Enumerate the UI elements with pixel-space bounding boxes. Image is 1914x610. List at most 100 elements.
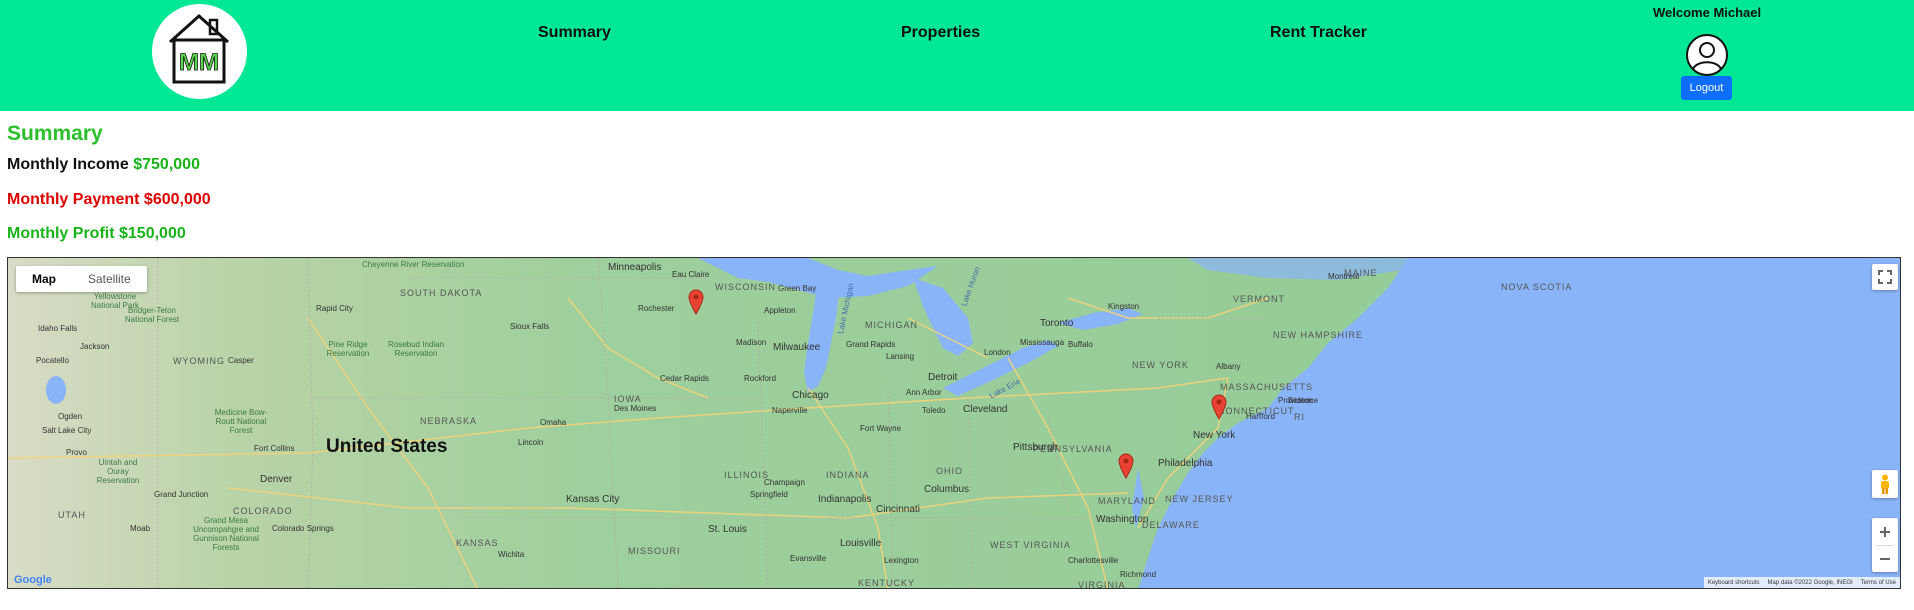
- city-label: Washington: [1096, 514, 1149, 525]
- city-label: Wichita: [498, 550, 525, 559]
- city-label: Ann Arbor: [906, 388, 942, 397]
- city-label: Toronto: [1040, 318, 1074, 329]
- city-label: Charlottesville: [1068, 556, 1119, 565]
- monthly-income-label: Monthly Income: [7, 156, 129, 173]
- keyboard-shortcuts-link[interactable]: Keyboard shortcuts: [1708, 580, 1760, 586]
- city-label: London: [984, 348, 1011, 357]
- map-data-attribution: Map data ©2022 Google, INEGI: [1767, 579, 1853, 586]
- city-label: Detroit: [928, 372, 958, 383]
- city-label: Toledo: [922, 406, 946, 415]
- city-label: Idaho Falls: [38, 324, 78, 333]
- city-label: Moab: [130, 524, 151, 533]
- state-label: UTAH: [58, 510, 86, 520]
- state-label: OHIO: [936, 466, 964, 476]
- monthly-profit-label: Monthly Profit: [7, 225, 115, 242]
- city-label: Providence: [1278, 396, 1319, 405]
- city-label: Champaign: [764, 478, 805, 487]
- city-label: Fort Wayne: [860, 424, 902, 433]
- house-icon: MM: [168, 13, 230, 84]
- city-label: Louisville: [840, 538, 882, 549]
- state-label: INDIANA: [826, 470, 870, 480]
- city-label: Hartford: [1246, 412, 1275, 421]
- city-label: St. Louis: [708, 524, 747, 535]
- fullscreen-button[interactable]: [1872, 264, 1898, 290]
- state-label: COLORADO: [233, 506, 293, 516]
- map-type-map-button[interactable]: Map: [16, 266, 72, 292]
- country-label: United States: [326, 436, 448, 457]
- city-label: Cleveland: [963, 404, 1008, 415]
- park-label: Grand Mesa Uncompahgre and Gunnison Nati…: [193, 516, 259, 552]
- city-label: Grand Rapids: [846, 340, 896, 349]
- state-label: KENTUCKY: [858, 578, 916, 588]
- state-label: DELAWARE: [1142, 520, 1200, 530]
- state-label: NEBRASKA: [420, 416, 478, 426]
- page-title: Summary: [7, 122, 103, 145]
- terms-of-use-link[interactable]: Terms of Use: [1861, 580, 1896, 586]
- nav-rent-tracker[interactable]: Rent Tracker: [1270, 24, 1367, 42]
- mm-house-logo[interactable]: MM: [152, 4, 247, 99]
- city-label: Kingston: [1108, 302, 1140, 311]
- city-label: Albany: [1216, 362, 1241, 371]
- zoom-out-button[interactable]: [1879, 546, 1891, 572]
- monthly-payment: Monthly Payment $600,000: [7, 191, 211, 209]
- state-label: MICHIGAN: [865, 320, 918, 330]
- state-label: WYOMING: [173, 356, 225, 366]
- city-label: Rockford: [744, 374, 777, 383]
- street-view-pegman-button[interactable]: [1872, 470, 1898, 498]
- park-label: Rosebud Indian Reservation: [387, 340, 445, 358]
- logout-button[interactable]: Logout: [1681, 76, 1732, 100]
- city-label: Fort Collins: [254, 444, 295, 453]
- state-label: WISCONSIN: [715, 282, 777, 292]
- park-label: Medicine Bow-Routt National Forest: [214, 408, 268, 435]
- google-logo[interactable]: Google: [14, 574, 52, 586]
- city-label: Milwaukee: [773, 342, 821, 353]
- park-label: Cheyenne River Reservation: [362, 260, 465, 269]
- welcome-text: Welcome Michael: [1653, 5, 1762, 20]
- city-label: Cincinnati: [876, 504, 920, 515]
- navbar: MM Summary Properties Rent Tracker Welco…: [0, 0, 1914, 111]
- city-label: Grand Junction: [154, 490, 209, 499]
- city-label: Omaha: [540, 418, 567, 427]
- nav-summary[interactable]: Summary: [538, 24, 611, 42]
- nav-properties[interactable]: Properties: [901, 24, 980, 42]
- map-type-satellite-button[interactable]: Satellite: [72, 266, 147, 292]
- city-label: Denver: [260, 474, 293, 485]
- city-label: Lansing: [886, 352, 915, 361]
- city-label: Lexington: [884, 556, 919, 565]
- city-label: Rochester: [638, 304, 675, 313]
- zoom-in-button[interactable]: [1879, 518, 1891, 545]
- state-label: VERMONT: [1233, 294, 1285, 304]
- city-label: Lincoln: [518, 438, 544, 447]
- fullscreen-icon: [1878, 270, 1892, 284]
- park-label: Uintah and Ouray Reservation: [96, 458, 140, 485]
- city-label: Pittsburgh: [1013, 442, 1059, 453]
- city-label: Richmond: [1120, 570, 1157, 579]
- city-label: Evansville: [790, 554, 827, 563]
- city-label: Minneapolis: [608, 262, 662, 273]
- property-marker-pin-icon[interactable]: [1211, 394, 1227, 420]
- plus-icon: [1880, 526, 1890, 537]
- svg-text:MM: MM: [179, 49, 219, 76]
- city-label: Springfield: [750, 490, 788, 499]
- property-marker-pin-icon[interactable]: [1118, 453, 1134, 479]
- state-label: VIRGINIA: [1078, 580, 1126, 589]
- city-label: Indianapolis: [818, 494, 872, 505]
- city-label: Sioux Falls: [510, 322, 550, 331]
- zoom-control: [1872, 518, 1898, 572]
- monthly-income: Monthly Income $750,000: [7, 156, 200, 174]
- state-label: RI: [1294, 412, 1305, 422]
- city-label: Montreal: [1328, 272, 1360, 281]
- city-label: Columbus: [924, 484, 970, 495]
- state-label: NOVA SCOTIA: [1501, 282, 1573, 292]
- city-label: Appleton: [764, 306, 796, 315]
- park-label: Bridger-Teton National Forest: [124, 306, 180, 324]
- property-marker-pin-icon[interactable]: [688, 289, 704, 315]
- pegman-icon: [1881, 474, 1889, 494]
- city-label: Salt Lake City: [42, 426, 92, 435]
- map-type-control: Map Satellite: [16, 266, 147, 292]
- user-avatar-icon[interactable]: [1685, 33, 1729, 77]
- city-label: Naperville: [772, 406, 808, 415]
- properties-map[interactable]: WISCONSIN MICHIGAN IOWA ILLINOIS INDIANA…: [7, 257, 1901, 589]
- city-label: Madison: [736, 338, 767, 347]
- city-label: Chicago: [792, 390, 829, 401]
